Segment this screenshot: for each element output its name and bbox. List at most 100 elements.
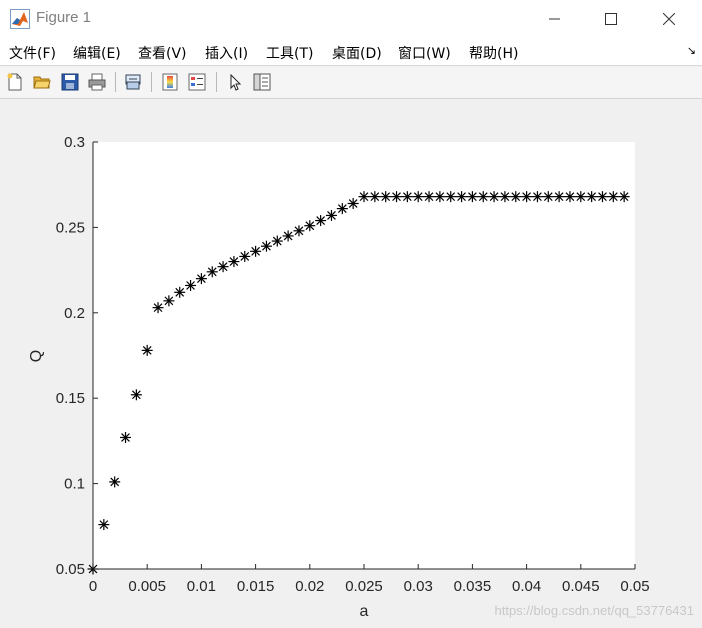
data-point (596, 191, 608, 203)
maximize-icon (605, 13, 617, 25)
data-point (423, 191, 435, 203)
data-point (185, 279, 197, 291)
x-axis-label: a (360, 603, 369, 620)
data-point (542, 191, 554, 203)
y-tick-label: 0.25 (56, 219, 85, 236)
data-point (174, 286, 186, 298)
window-title: Figure 1 (36, 9, 92, 26)
data-point (260, 240, 272, 252)
data-point (445, 191, 457, 203)
close-button[interactable] (646, 0, 692, 38)
open-file-button[interactable] (31, 71, 53, 93)
data-point (586, 191, 598, 203)
x-tick-label: 0 (89, 578, 97, 595)
new-figure-button[interactable] (4, 71, 26, 93)
close-icon (663, 13, 675, 25)
property-editor-icon (253, 73, 271, 91)
data-point (369, 191, 381, 203)
menu-view[interactable]: 查看(V) (138, 43, 187, 63)
minimize-button[interactable] (532, 0, 578, 38)
data-point (152, 302, 164, 314)
data-point (347, 197, 359, 209)
x-tick-label: 0.025 (345, 578, 383, 595)
y-tick-label: 0.3 (64, 134, 85, 151)
y-tick-label: 0.15 (56, 390, 85, 407)
menu-insert[interactable]: 插入(I) (205, 43, 248, 63)
data-point (141, 344, 153, 356)
dock-arrow-icon[interactable]: ↘ (687, 44, 696, 57)
toolbar-separator (115, 72, 116, 92)
menu-window[interactable]: 窗口(W) (398, 43, 451, 63)
data-point (531, 191, 543, 203)
data-point (109, 476, 121, 488)
print-button[interactable] (86, 71, 108, 93)
data-point (163, 295, 175, 307)
data-point (434, 191, 446, 203)
data-point (271, 235, 283, 247)
menu-tools[interactable]: 工具(T) (266, 43, 313, 63)
new-figure-icon (7, 73, 22, 91)
pointer-icon (230, 73, 242, 91)
window-title-bar[interactable]: Figure 1 (0, 0, 702, 38)
print-icon (88, 73, 106, 91)
x-tick-label: 0.045 (562, 578, 600, 595)
axes-background (93, 142, 635, 569)
data-point (195, 273, 207, 285)
data-point (130, 389, 142, 401)
x-tick-label: 0.01 (187, 578, 216, 595)
data-point (120, 431, 132, 443)
data-point (607, 191, 619, 203)
link-icon (125, 74, 141, 90)
data-point (239, 250, 251, 262)
minimize-icon (549, 18, 560, 20)
pointer-button[interactable] (224, 71, 246, 93)
matlab-icon (10, 9, 30, 29)
data-point (250, 245, 262, 257)
watermark-text: https://blog.csdn.net/qq_53776431 (494, 603, 695, 618)
menu-edit[interactable]: 编辑(E) (73, 43, 121, 63)
x-tick-label: 0.035 (454, 578, 492, 595)
x-tick-label: 0.02 (295, 578, 324, 595)
link-button[interactable] (122, 71, 144, 93)
x-tick-label: 0.03 (404, 578, 433, 595)
data-point (315, 215, 327, 227)
save-button[interactable] (59, 71, 81, 93)
data-point (510, 191, 522, 203)
data-point (618, 191, 630, 203)
save-icon (61, 73, 79, 91)
x-tick-label: 0.04 (512, 578, 541, 595)
x-tick-label: 0.015 (237, 578, 275, 595)
legend-button[interactable] (186, 71, 208, 93)
data-point (391, 191, 403, 203)
data-point (358, 191, 370, 203)
property-editor-button[interactable] (251, 71, 273, 93)
data-point (98, 519, 110, 531)
data-point (564, 191, 576, 203)
data-point (466, 191, 478, 203)
menu-file[interactable]: 文件(F) (9, 43, 56, 63)
data-point (401, 191, 413, 203)
menu-bar: 文件(F) 编辑(E) 查看(V) 插入(I) 工具(T) 桌面(D) 窗口(W… (0, 38, 702, 66)
menu-help[interactable]: 帮助(H) (469, 43, 518, 63)
data-point (206, 266, 218, 278)
figure-canvas[interactable]: 0 0.005 0.01 0.015 0.02 0.025 0.03 0.035 0.04 0.0… (0, 100, 702, 628)
data-point (521, 191, 533, 203)
y-tick-label: 0.05 (56, 561, 85, 578)
data-point (304, 220, 316, 232)
menu-desktop[interactable]: 桌面(D) (332, 43, 382, 63)
data-point (575, 191, 587, 203)
y-axis-label: Q (28, 350, 45, 362)
x-tick-label: 0.005 (128, 578, 166, 595)
toolbar-separator (151, 72, 152, 92)
y-tick-label: 0.2 (64, 305, 85, 322)
data-point (488, 191, 500, 203)
data-point (456, 191, 468, 203)
data-point (380, 191, 392, 203)
maximize-button[interactable] (588, 0, 634, 38)
scatter-chart[interactable]: 0 0.005 0.01 0.015 0.02 0.025 0.03 0.035 0.04 0.0… (0, 100, 702, 628)
colorbar-button[interactable] (159, 71, 181, 93)
data-point (325, 209, 337, 221)
x-tick-label: 0.05 (620, 578, 649, 595)
data-point (293, 225, 305, 237)
open-file-icon (33, 76, 51, 89)
